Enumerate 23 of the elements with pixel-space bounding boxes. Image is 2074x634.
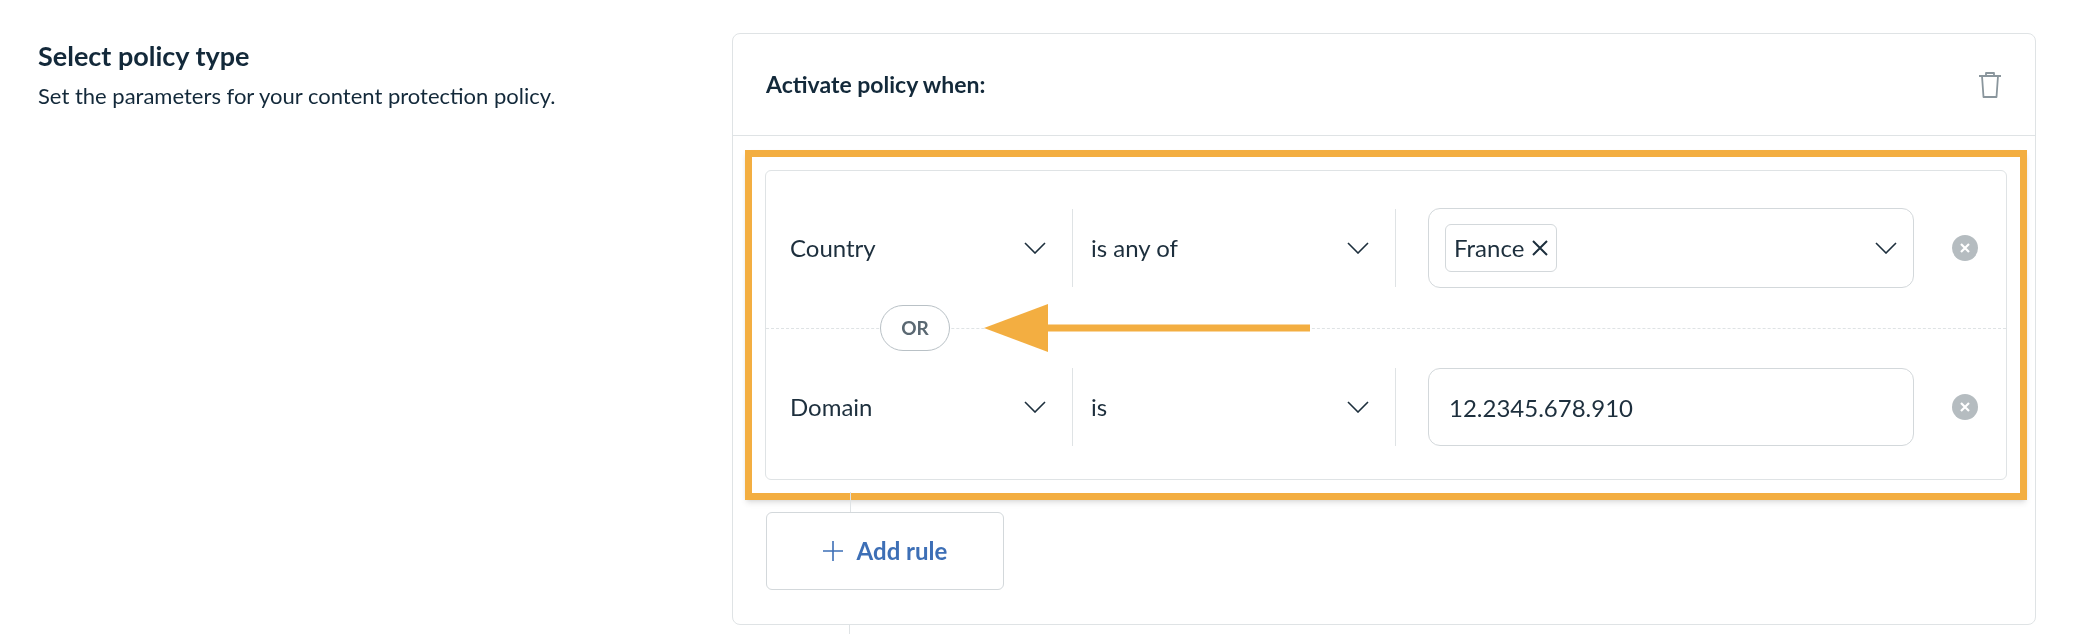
chevron-down-icon: [1875, 242, 1897, 254]
field-select[interactable]: Country: [790, 230, 1072, 266]
trash-icon[interactable]: [1978, 70, 2002, 99]
chevron-down-icon: [1347, 401, 1369, 413]
card-title: Activate policy when:: [766, 69, 986, 101]
chevron-down-icon: [1347, 242, 1369, 254]
section-title: Select policy type: [38, 38, 251, 74]
chevron-down-icon: [1024, 242, 1046, 254]
add-rule-button[interactable]: Add rule: [766, 512, 1004, 590]
or-connector: OR: [880, 305, 950, 351]
value-select[interactable]: France: [1428, 208, 1914, 288]
field-select[interactable]: Domain: [790, 389, 1072, 425]
tag-label: France: [1454, 232, 1525, 264]
arrow-icon: [984, 304, 1310, 352]
remove-icon[interactable]: [1952, 235, 1978, 261]
value-input[interactable]: 12.2345.678.910: [1428, 368, 1914, 446]
remove-icon[interactable]: [1952, 394, 1978, 420]
chevron-down-icon: [1024, 401, 1046, 413]
operator-select[interactable]: is any of: [1073, 230, 1395, 266]
section-description: Set the parameters for your content protection policy.: [38, 81, 557, 111]
close-icon[interactable]: [1532, 240, 1549, 256]
plus-icon: [822, 541, 843, 561]
operator-select[interactable]: is: [1073, 389, 1395, 425]
